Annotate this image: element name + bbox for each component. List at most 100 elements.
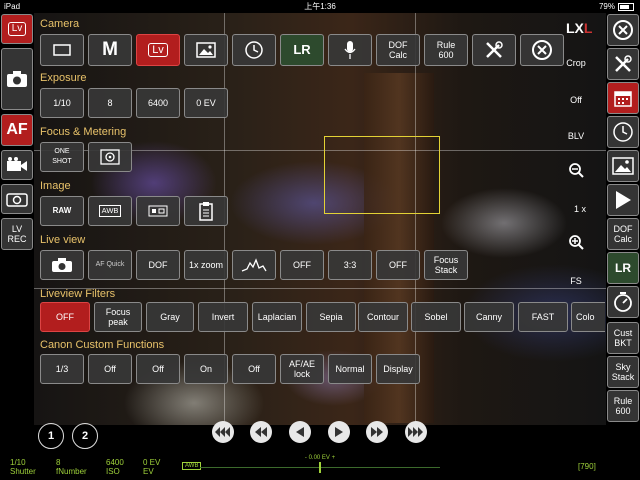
aspect-ratio-button[interactable]: 3:3 [328, 250, 372, 280]
right-timer-button[interactable] [607, 116, 639, 148]
right-tools-button[interactable] [607, 48, 639, 80]
histogram-button[interactable] [232, 250, 276, 280]
cfn-display-button[interactable]: Display [376, 354, 420, 384]
right-close-button[interactable] [607, 14, 639, 46]
cfn-option-5-button[interactable]: Off [232, 354, 276, 384]
off-label[interactable]: Off [556, 95, 596, 105]
blv-label[interactable]: BLV [556, 131, 596, 141]
filter-canny-button[interactable]: Canny [464, 302, 514, 332]
left-shutter-button[interactable] [1, 48, 33, 110]
timer-button[interactable] [232, 34, 276, 66]
liveview-off-button-2[interactable]: OFF [376, 250, 420, 280]
filter-focus-peak-button[interactable]: Focus peak [94, 302, 142, 332]
rewind-icon [255, 427, 267, 437]
left-af-button[interactable]: AF [1, 114, 33, 146]
dof-preview-button[interactable]: DOF [136, 250, 180, 280]
manual-mode-button[interactable]: M [88, 34, 132, 66]
section-camera: Camera [40, 18, 80, 30]
right-intervalometer-button[interactable] [607, 286, 639, 318]
battery-indicator: 79% [599, 0, 634, 13]
focus-stack-button[interactable]: Focus Stack [424, 250, 468, 280]
awb-icon: AWB [98, 205, 122, 217]
cfn-option-2-button[interactable]: Off [88, 354, 132, 384]
raw-icon: RAW [52, 206, 72, 215]
ev-label: EV [143, 467, 154, 476]
nav-rewind-button[interactable] [250, 421, 272, 443]
voice-button[interactable] [328, 34, 372, 66]
cfn-af-ae-lock-button[interactable]: AF/AE lock [280, 354, 324, 384]
af-mode-button[interactable]: ONE SHOT [40, 142, 84, 172]
cfn-option-4-button[interactable]: On [184, 354, 228, 384]
image-quality-button[interactable]: RAW [40, 196, 84, 226]
dof-calc-button[interactable]: DOF Calc [376, 34, 420, 66]
filter-fast-button[interactable]: FAST [518, 302, 568, 332]
status-bar: iPad 上午1:36 79% [0, 0, 640, 13]
nav-forward-button[interactable] [366, 421, 388, 443]
nav-fast-rewind-button[interactable] [212, 421, 234, 443]
exposure-comp-button[interactable]: 0 EV [184, 88, 228, 118]
nav-step-forward-button[interactable] [328, 421, 350, 443]
right-calendar-button[interactable] [607, 82, 639, 114]
filter-invert-button[interactable]: Invert [198, 302, 248, 332]
grid-line [34, 288, 606, 289]
left-video-button[interactable] [1, 150, 33, 180]
liveview-button[interactable]: Lv [136, 34, 180, 66]
picture-style-icon [148, 205, 168, 217]
iso-button[interactable]: 6400 [136, 88, 180, 118]
focus-box[interactable] [324, 136, 440, 214]
lr-logo-icon: LR [615, 261, 631, 275]
left-snapshot-button[interactable] [1, 184, 33, 214]
filter-gray-button[interactable]: Gray [146, 302, 194, 332]
fnumber-readout: 8 fNumber [56, 458, 87, 476]
battery-icon [618, 2, 634, 11]
filter-sobel-button[interactable]: Sobel [411, 302, 461, 332]
crop-label[interactable]: Crop [556, 58, 596, 68]
rule-600-button[interactable]: Rule 600 [424, 34, 468, 66]
liveview-capture-button[interactable] [40, 250, 84, 280]
right-cust-bkt-button[interactable]: Cust BKT [607, 322, 639, 354]
right-gallery-button[interactable] [607, 150, 639, 182]
right-rule-600-button[interactable]: Rule 600 [607, 390, 639, 422]
fs-label[interactable]: FS [556, 276, 596, 286]
filter-contour-button[interactable]: Contour [358, 302, 408, 332]
frame-mode-button[interactable] [40, 34, 84, 66]
tools-icon [615, 55, 632, 72]
clock: 上午1:36 [304, 2, 336, 11]
zoom-out-icon[interactable] [568, 162, 584, 178]
preset-1-button[interactable]: 1 [38, 423, 64, 449]
af-quick-button[interactable]: AF Quick [88, 250, 132, 280]
metering-mode-button[interactable] [88, 142, 132, 172]
tools-button[interactable] [472, 34, 516, 66]
camera-outline-icon [6, 193, 28, 207]
zoom-button[interactable]: 1x zoom [184, 250, 228, 280]
shutter-speed-button[interactable]: 1/10 [40, 88, 84, 118]
section-liveview-filters: Liveview Filters [40, 288, 116, 300]
cfn-exposure-step-button[interactable]: 1/3 [40, 354, 84, 384]
right-play-button[interactable] [607, 184, 639, 216]
right-lightroom-button[interactable]: LR [607, 252, 639, 284]
clipboard-button[interactable] [184, 196, 228, 226]
zoom-in-icon[interactable] [568, 234, 584, 250]
nav-step-back-button[interactable] [289, 421, 311, 443]
gallery-button[interactable] [184, 34, 228, 66]
filter-color-button[interactable]: Colo [571, 302, 605, 332]
right-dof-calc-button[interactable]: DOF Calc [607, 218, 639, 250]
filter-sepia-button[interactable]: Sepia [306, 302, 356, 332]
nav-fast-forward-button[interactable] [405, 421, 427, 443]
picture-style-button[interactable] [136, 196, 180, 226]
left-lv-button[interactable]: Lv [1, 14, 33, 44]
lightroom-button[interactable]: LR [280, 34, 324, 66]
timer-clock-icon [613, 122, 633, 142]
cfn-option-3-button[interactable]: Off [136, 354, 180, 384]
right-sky-stack-button[interactable]: Sky Stack [607, 356, 639, 388]
cfn-normal-button[interactable]: Normal [328, 354, 372, 384]
white-balance-button[interactable]: AWB [88, 196, 132, 226]
iso-value: 6400 [106, 458, 124, 467]
aperture-button[interactable]: 8 [88, 88, 132, 118]
liveview-off-button-1[interactable]: OFF [280, 250, 324, 280]
filter-off-button[interactable]: OFF [40, 302, 90, 332]
left-lv-rec-button[interactable]: LV REC [1, 218, 33, 250]
camera-icon [7, 71, 27, 87]
preset-2-button[interactable]: 2 [72, 423, 98, 449]
filter-laplacian-button[interactable]: Laplacian [252, 302, 302, 332]
